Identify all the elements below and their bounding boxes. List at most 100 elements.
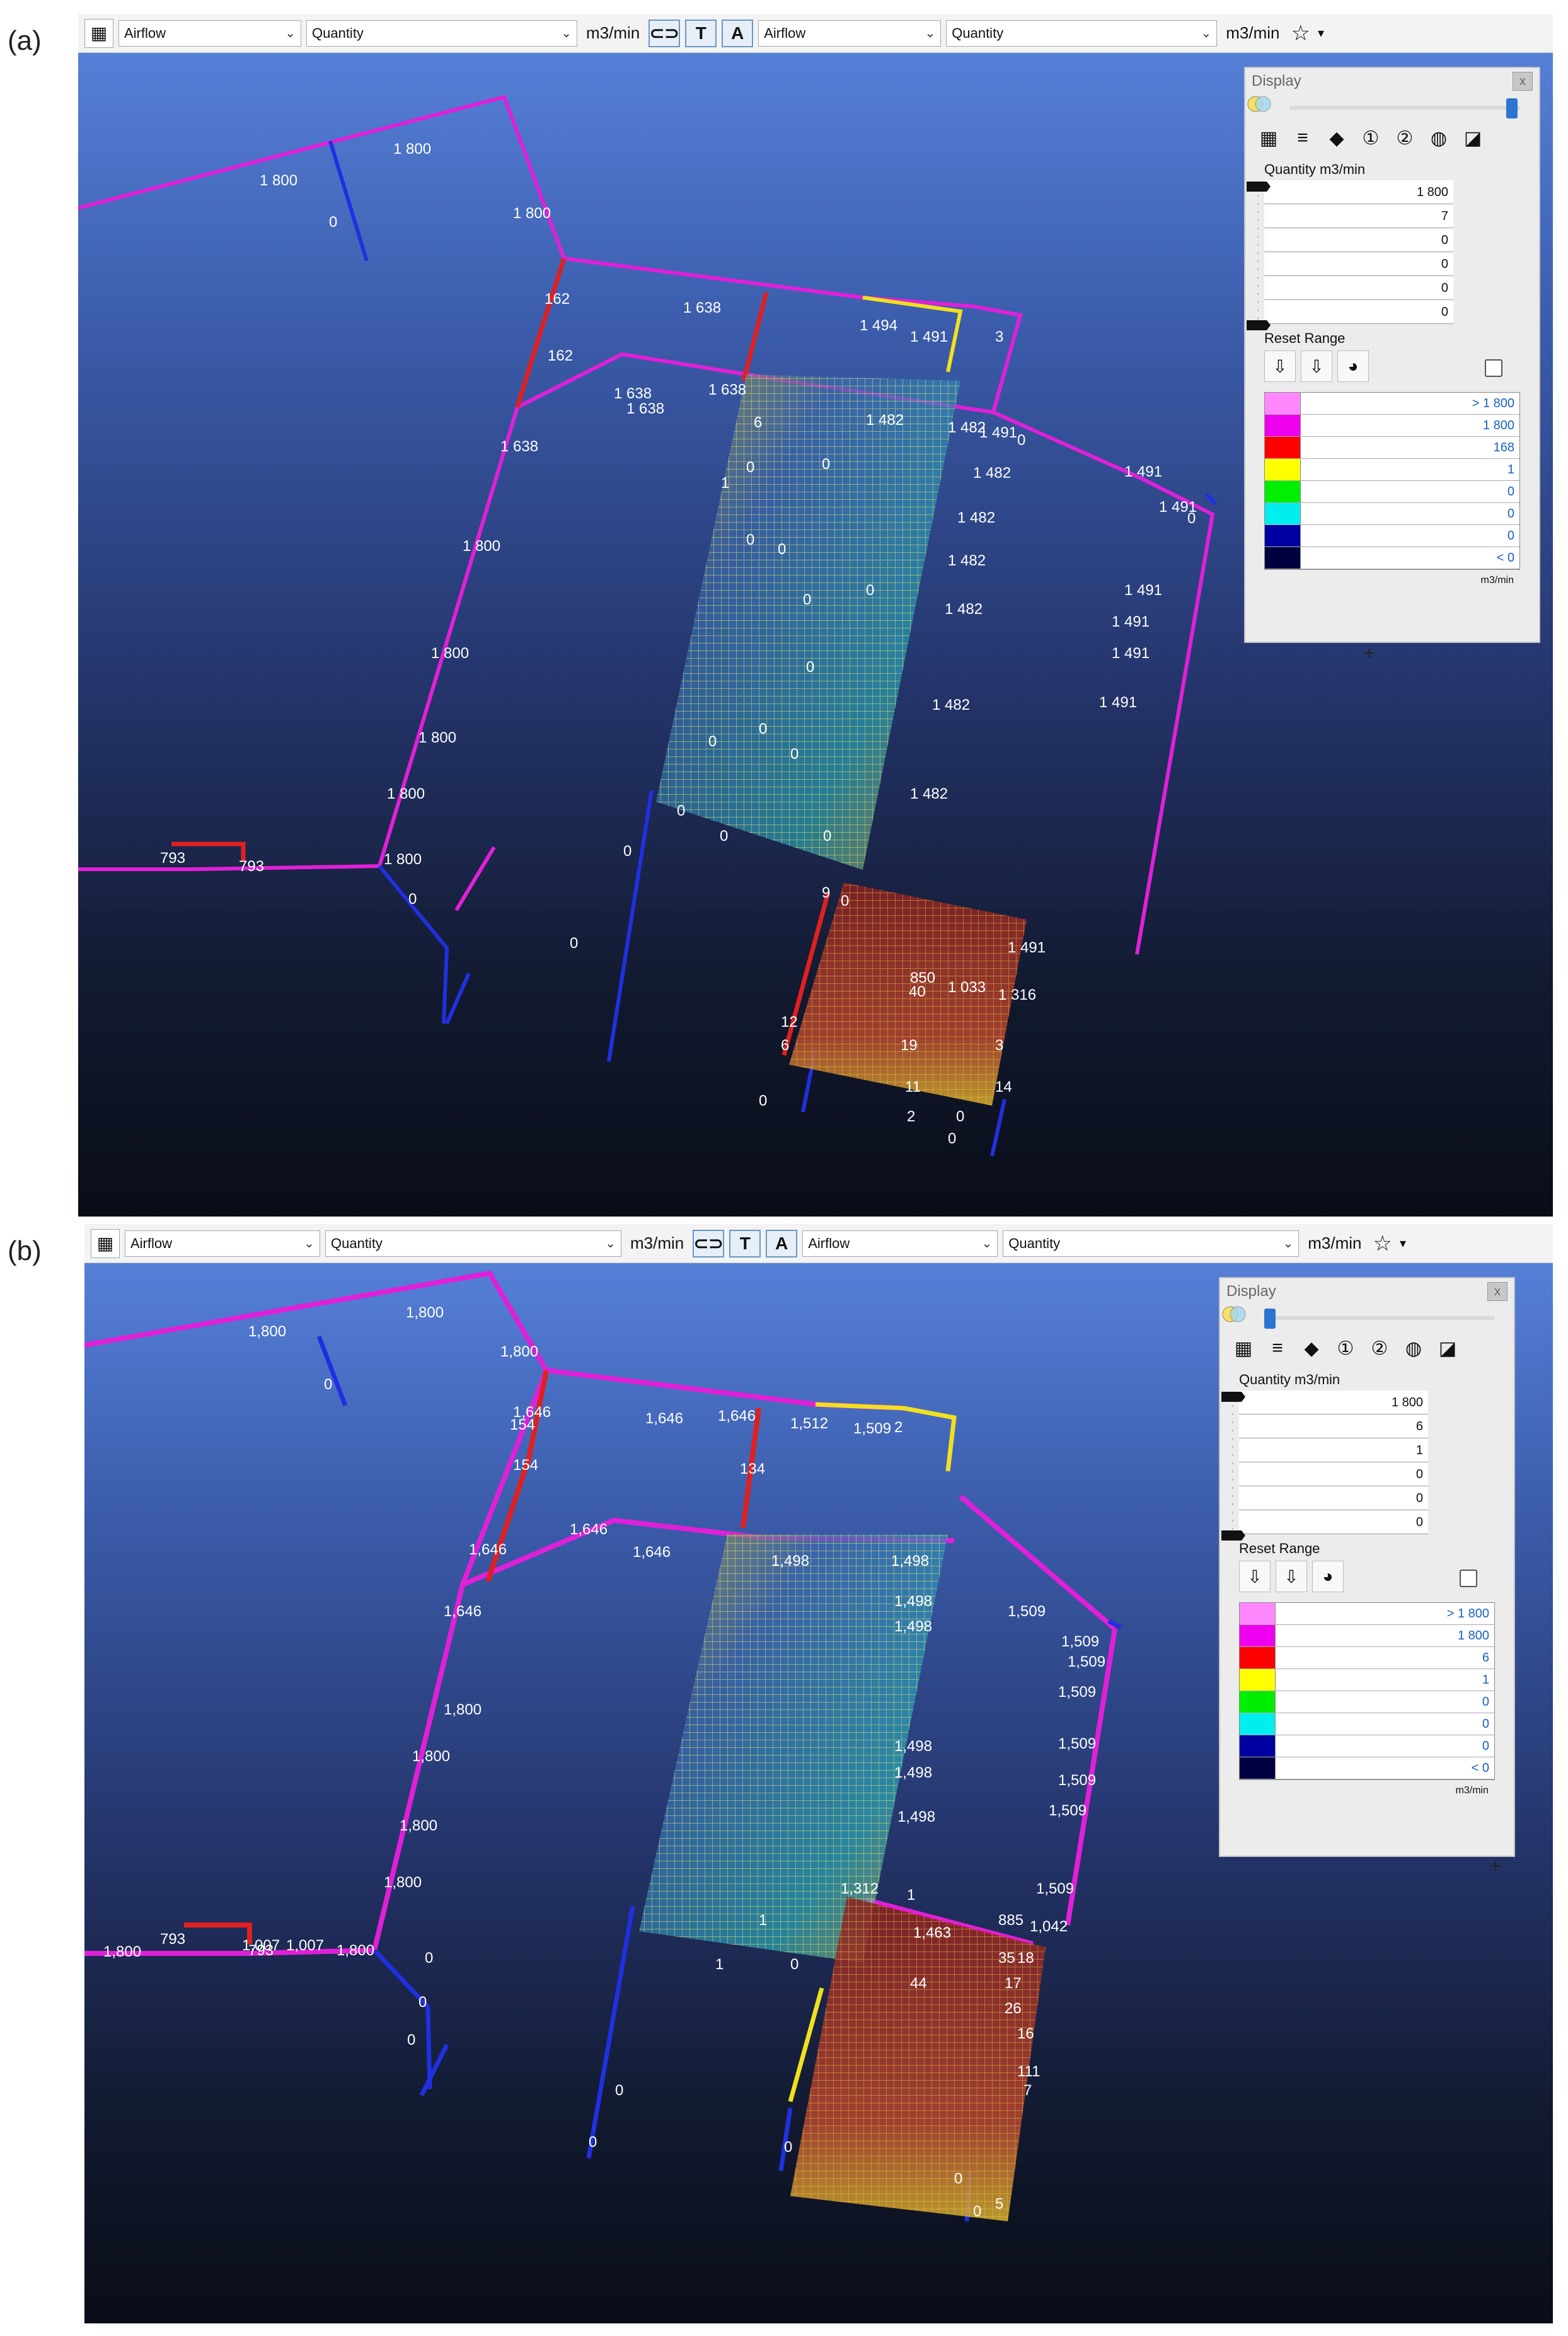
text-style-icon[interactable]: A: [766, 1229, 798, 1258]
favorite-star-icon[interactable]: ☆: [1371, 1231, 1395, 1256]
quantity-select-2[interactable]: Quantity ⌄: [1003, 1230, 1300, 1257]
legend-swatch: [1240, 1669, 1276, 1691]
legend-value: > 1 800: [1446, 1607, 1489, 1621]
range-input[interactable]: 0: [1264, 276, 1453, 300]
resize-icon[interactable]: ◪: [1433, 1334, 1462, 1363]
range-checkbox[interactable]: [1460, 1570, 1477, 1587]
airflow-label: 1,498: [897, 1808, 935, 1825]
unit-label-2: m3/min: [1226, 23, 1280, 42]
display-dialog: Display x ▦ ≡ ◆ ① ② ◍ ◪ Quantity m3/min …: [1219, 1277, 1515, 1857]
quantity-select[interactable]: Quantity ⌄: [306, 20, 577, 47]
airflow-label: 0: [746, 459, 754, 476]
airflow-label: 0: [418, 1994, 427, 2011]
slider-thumb[interactable]: [1506, 98, 1518, 119]
airflow-label: 0: [589, 2134, 597, 2151]
quantity-label: Quantity m3/min: [1239, 1372, 1340, 1387]
airflow-label: 1,007: [286, 1937, 324, 1954]
airflow-label: 1,800: [412, 1748, 450, 1765]
link-icon[interactable]: ⊂⊃: [649, 19, 681, 47]
range-input[interactable]: 0: [1239, 1486, 1428, 1510]
close-icon[interactable]: x: [1487, 1282, 1507, 1301]
slider-thumb[interactable]: [1264, 1309, 1276, 1329]
resize-icon[interactable]: ◪: [1458, 124, 1487, 153]
legend-swatch: [1265, 415, 1301, 436]
range-input[interactable]: 1 800: [1264, 180, 1453, 204]
globe-icon[interactable]: ◍: [1424, 124, 1453, 153]
airflow-label: 1,042: [1030, 1918, 1068, 1935]
grid-view-icon[interactable]: ▦: [84, 18, 113, 48]
airflow-label: 0: [784, 2139, 792, 2156]
range-slider[interactable]: [1220, 1391, 1245, 1542]
quantity-select-2[interactable]: Quantity ⌄: [946, 20, 1218, 47]
range-input[interactable]: 6: [1239, 1414, 1428, 1438]
reset-sort-icon[interactable]: ⇩: [1301, 350, 1332, 382]
reset-down-icon[interactable]: ⇩: [1264, 350, 1296, 382]
text-style-icon[interactable]: A: [722, 19, 754, 47]
dropdown-caret-icon[interactable]: ▾: [1400, 1235, 1406, 1251]
link-icon[interactable]: ⊂⊃: [693, 1229, 725, 1258]
layer-2-icon[interactable]: ②: [1390, 124, 1419, 153]
airflow-label: 1 800: [418, 729, 456, 746]
globe-icon[interactable]: ◍: [1399, 1334, 1428, 1363]
airflow-label: 1 800: [387, 785, 425, 802]
slider-track: [1289, 106, 1520, 110]
airflow-select-2[interactable]: Airflow ⌄: [758, 20, 942, 47]
airflow-label: 1,498: [894, 1738, 932, 1755]
color-wheel-icon[interactable]: ◕: [1337, 350, 1369, 382]
range-input[interactable]: 0: [1264, 228, 1453, 252]
chevron-down-icon: ⌄: [925, 26, 936, 40]
favorite-star-icon[interactable]: ☆: [1289, 21, 1313, 46]
quantity-select[interactable]: Quantity ⌄: [325, 1230, 621, 1257]
range-input[interactable]: 0: [1264, 300, 1453, 324]
unit-label-2: m3/min: [1308, 1234, 1362, 1252]
display-mode-icons: ▦ ≡ ◆ ① ② ◍ ◪: [1245, 120, 1539, 156]
grid-view-icon[interactable]: ▦: [91, 1229, 120, 1258]
layer-2-icon[interactable]: ②: [1365, 1334, 1394, 1363]
range-input[interactable]: 7: [1264, 204, 1453, 228]
cube-icon[interactable]: ◆: [1297, 1334, 1326, 1363]
airflow-label: 3: [995, 328, 1003, 345]
legend-bars-icon[interactable]: ≡: [1288, 124, 1317, 153]
legend-bars-icon[interactable]: ≡: [1263, 1334, 1292, 1363]
legend-swatch: [1265, 481, 1301, 502]
range-input[interactable]: 0: [1239, 1462, 1428, 1486]
cube-icon[interactable]: ◆: [1322, 124, 1351, 153]
layer-1-icon[interactable]: ①: [1331, 1334, 1360, 1363]
range-input[interactable]: 1 800: [1239, 1391, 1428, 1414]
range-slider[interactable]: [1245, 180, 1271, 332]
airflow-label: 1,646: [633, 1544, 671, 1561]
airflow-label: 0: [790, 746, 798, 763]
transparency-slider[interactable]: [1220, 1305, 1514, 1330]
text-toggle-button[interactable]: T: [685, 19, 717, 47]
transparency-slider[interactable]: [1245, 95, 1539, 120]
airflow-label: 18: [1017, 1950, 1034, 1967]
range-input[interactable]: 1: [1239, 1438, 1428, 1462]
dropdown-caret-icon[interactable]: ▾: [1318, 25, 1324, 41]
color-wheel-icon[interactable]: ◕: [1312, 1561, 1344, 1592]
airflow-select-2[interactable]: Airflow ⌄: [802, 1230, 998, 1257]
airflow-label: 1: [715, 1956, 723, 1973]
airflow-label: 0: [720, 828, 728, 845]
airflow-label: 1 638: [626, 400, 664, 417]
range-input[interactable]: 0: [1239, 1510, 1428, 1534]
slider-track: [1264, 1316, 1495, 1320]
airflow-select[interactable]: Airflow ⌄: [118, 20, 301, 47]
layer-1-icon[interactable]: ①: [1356, 124, 1385, 153]
airflow-label: 1 800: [260, 172, 297, 189]
close-icon[interactable]: x: [1513, 72, 1533, 91]
text-toggle-button[interactable]: T: [729, 1229, 761, 1258]
airflow-label: 44: [910, 1975, 927, 1992]
grid-color-icon[interactable]: ▦: [1229, 1334, 1258, 1363]
3d-viewport[interactable]: 1,800 1,800 1,800 0 1,646 154 1,646 1,646 1,512 1…: [84, 1263, 1553, 2323]
reset-down-icon[interactable]: ⇩: [1239, 1561, 1271, 1592]
airflow-label: 154: [513, 1457, 538, 1474]
airflow-select[interactable]: Airflow ⌄: [125, 1230, 320, 1257]
grid-color-icon[interactable]: ▦: [1254, 124, 1283, 153]
legend-row: 0: [1265, 503, 1519, 525]
range-checkbox[interactable]: [1485, 359, 1502, 377]
3d-viewport[interactable]: 1 800 1 800 1 800 0 162 1 638 1 494 1 491 3 162 1 …: [78, 53, 1553, 1217]
airflow-label: 1,498: [891, 1553, 929, 1570]
range-input[interactable]: 0: [1264, 252, 1453, 276]
reset-sort-icon[interactable]: ⇩: [1276, 1561, 1307, 1592]
display-title-bar: Display x: [1220, 1278, 1514, 1305]
